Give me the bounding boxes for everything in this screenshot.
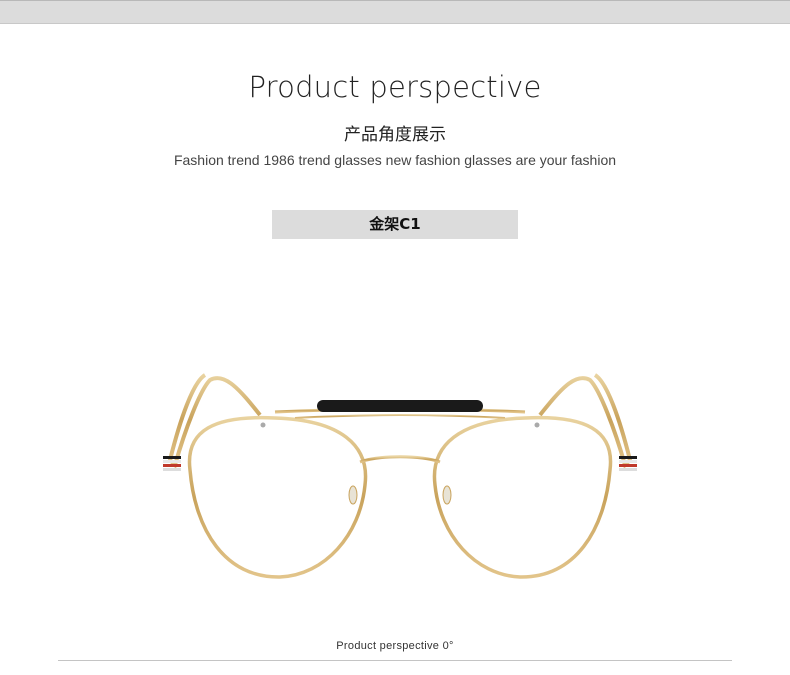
divider: [58, 660, 732, 661]
brow-bar: [317, 400, 483, 412]
right-nose-pad: [442, 485, 452, 505]
glasses-icon: [163, 373, 637, 579]
top-bar: [0, 0, 790, 24]
right-temple: [538, 373, 633, 469]
left-temple: [167, 373, 262, 469]
page-subtitle-cn: 产品角度展示: [344, 125, 446, 145]
left-lens-rim: [187, 415, 368, 579]
page-title: Product perspective: [248, 70, 542, 104]
nose-bridge: [359, 455, 441, 464]
color-variant-label: 金架C1: [272, 210, 518, 239]
image-caption: Product perspective 0°: [336, 640, 454, 652]
page-tagline: Fashion trend 1986 trend glasses new fas…: [173, 152, 617, 168]
top-bridge-inner: [294, 414, 506, 419]
right-lens-rim: [432, 415, 613, 579]
left-nose-pad: [348, 485, 358, 505]
